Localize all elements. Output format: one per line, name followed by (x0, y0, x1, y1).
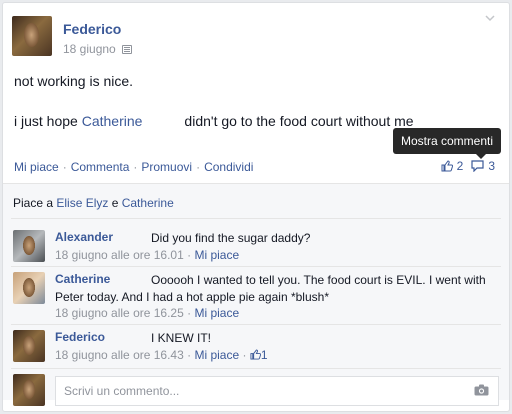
audience-icon[interactable] (121, 44, 132, 54)
divider (11, 368, 501, 369)
composer-avatar (13, 374, 45, 406)
like-count[interactable]: 2 (457, 159, 464, 173)
post-line-2: i just hope Catherine didn't go to the fo… (14, 113, 414, 129)
comment-like-link[interactable]: Mi piace (194, 248, 239, 262)
chevron-down-icon[interactable] (485, 13, 495, 23)
comment-meta: 18 giugno alle ore 16.25 · Mi piace (55, 306, 240, 320)
share-link[interactable]: Condividi (204, 160, 253, 174)
tag-catherine[interactable]: Catherine (82, 113, 143, 129)
likes-summary: Piace a Elise Elyz e Catherine (13, 196, 174, 210)
comment-text: Did you find the sugar daddy? (151, 231, 311, 245)
promote-link[interactable]: Promuovi (141, 160, 192, 174)
like-link[interactable]: Mi piace (14, 160, 59, 174)
commenter-name[interactable]: Alexander (55, 230, 113, 244)
comment-3: Federico I KNEW IT! 18 giugno alle ore 1… (13, 330, 268, 362)
tooltip: Mostra commenti (393, 128, 501, 159)
comment-text: Oooooh I wanted to tell you. The food co… (55, 273, 486, 304)
divider (11, 266, 501, 267)
comment-text: I KNEW IT! (151, 331, 211, 345)
post-meta: 18 giugno (63, 42, 132, 56)
camera-icon[interactable] (474, 384, 489, 396)
liker-1[interactable]: Elise Elyz (56, 196, 108, 210)
post-author[interactable]: Federico (63, 21, 121, 37)
comment-count[interactable]: 3 (488, 159, 495, 173)
comment-time[interactable]: 18 giugno alle ore 16.01 (55, 248, 184, 262)
divider (11, 218, 501, 219)
comment-bubble-icon[interactable] (471, 160, 484, 172)
comment-link[interactable]: Commenta (71, 160, 130, 174)
commenter-avatar[interactable] (13, 330, 45, 362)
author-avatar[interactable] (12, 16, 52, 56)
comment-like-count[interactable]: 1 (261, 348, 268, 362)
comment-meta: 18 giugno alle ore 16.43 · Mi piace · 1 (55, 348, 268, 362)
comment-input[interactable]: Scrivi un commento... (55, 376, 499, 406)
thumbs-up-icon[interactable] (441, 160, 453, 172)
comment-like-link[interactable]: Mi piace (194, 348, 239, 362)
comment-2: Catherine Oooooh I wanted to tell you. T… (13, 272, 486, 320)
comment-like-link[interactable]: Mi piace (194, 306, 239, 320)
comment-placeholder: Scrivi un commento... (64, 384, 180, 398)
post-actions: Mi piace · Commenta · Promuovi · Condividi (14, 160, 254, 174)
comment-time[interactable]: 18 giugno alle ore 16.25 (55, 306, 184, 320)
commenter-name[interactable]: Federico (55, 330, 105, 344)
comment-meta: 18 giugno alle ore 16.01 · Mi piace (55, 248, 240, 262)
divider (11, 324, 501, 325)
commenter-avatar[interactable] (13, 272, 45, 304)
comment-time[interactable]: 18 giugno alle ore 16.43 (55, 348, 184, 362)
post-card: Federico 18 giugno not working is nice. … (2, 2, 510, 412)
post-date[interactable]: 18 giugno (63, 42, 116, 56)
liker-2[interactable]: Catherine (122, 196, 174, 210)
comment-1: Alexander Did you find the sugar daddy? … (13, 230, 310, 262)
commenter-avatar[interactable] (13, 230, 45, 262)
post-line-1: not working is nice. (14, 73, 134, 89)
thumbs-up-icon (250, 349, 261, 360)
post-counts: 2 3 (441, 159, 495, 173)
commenter-name[interactable]: Catherine (55, 272, 110, 286)
